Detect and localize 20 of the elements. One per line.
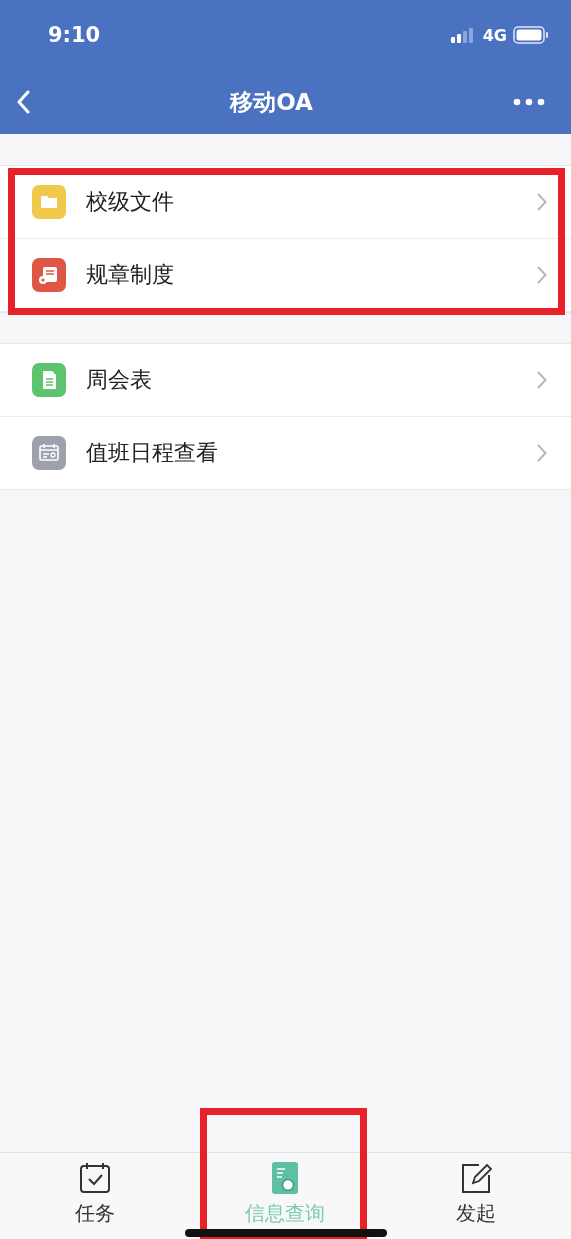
tab[interactable]: 任务: [0, 1153, 191, 1227]
list-item[interactable]: 值班日程查看: [0, 417, 571, 489]
chevron-icon: [537, 444, 547, 462]
item-label: 校级文件: [86, 188, 175, 216]
calendar-check-icon: [78, 1161, 113, 1195]
status-time: 9:10: [48, 23, 101, 47]
item-label: 值班日程查看: [86, 439, 219, 467]
tab[interactable]: 发起: [380, 1153, 571, 1227]
network-label: 4G: [482, 25, 507, 45]
list-item[interactable]: 规章制度: [0, 239, 571, 312]
chevron-icon: [537, 193, 547, 211]
item-label: 周会表: [86, 366, 153, 394]
list-item[interactable]: 校级文件: [0, 166, 571, 239]
battery-icon: [513, 26, 549, 44]
chevron-icon: [537, 266, 547, 284]
document-search-icon: [270, 1161, 301, 1195]
chevron-icon: [537, 371, 547, 389]
list-item[interactable]: 周会表: [0, 344, 571, 417]
item-label: 规章制度: [86, 261, 175, 289]
page-title: 移动OA: [230, 87, 313, 117]
